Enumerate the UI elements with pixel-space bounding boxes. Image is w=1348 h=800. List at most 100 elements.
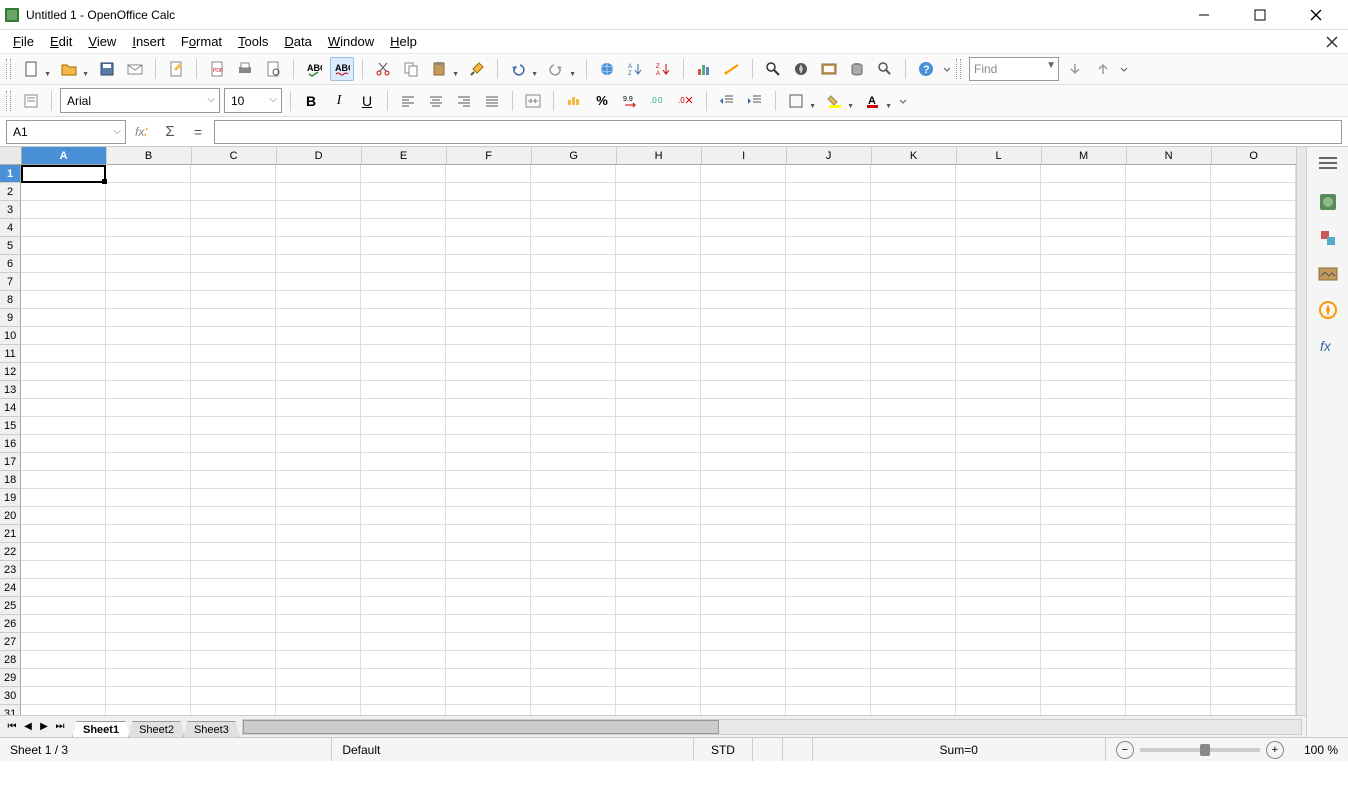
cell[interactable] bbox=[786, 453, 871, 471]
row-header[interactable]: 31 bbox=[0, 705, 21, 715]
cell[interactable] bbox=[446, 471, 531, 489]
column-header[interactable]: I bbox=[702, 147, 787, 165]
cell-reference-combo[interactable]: A1 ⌵ bbox=[6, 120, 126, 144]
cell[interactable] bbox=[871, 615, 956, 633]
cell[interactable] bbox=[106, 273, 191, 291]
cell[interactable] bbox=[1211, 525, 1296, 543]
cell[interactable] bbox=[21, 561, 106, 579]
cell[interactable] bbox=[871, 291, 956, 309]
cell[interactable] bbox=[1126, 543, 1211, 561]
status-selection-mode[interactable] bbox=[753, 738, 783, 761]
cell[interactable] bbox=[446, 183, 531, 201]
sheet-tab[interactable]: Sheet1 bbox=[72, 721, 130, 738]
cell[interactable] bbox=[1211, 633, 1296, 651]
cell[interactable] bbox=[616, 651, 701, 669]
cell[interactable] bbox=[701, 705, 786, 715]
cell[interactable] bbox=[616, 363, 701, 381]
row-header[interactable]: 25 bbox=[0, 597, 21, 615]
cell[interactable] bbox=[871, 705, 956, 715]
zoom-percent[interactable]: 100 % bbox=[1294, 738, 1348, 761]
cell[interactable] bbox=[1041, 201, 1126, 219]
cell[interactable] bbox=[871, 237, 956, 255]
cell[interactable] bbox=[531, 183, 616, 201]
row-header[interactable]: 12 bbox=[0, 363, 21, 381]
cell[interactable] bbox=[1041, 417, 1126, 435]
cell[interactable] bbox=[701, 669, 786, 687]
column-header[interactable]: L bbox=[957, 147, 1042, 165]
cell[interactable] bbox=[956, 273, 1041, 291]
cell[interactable] bbox=[276, 363, 361, 381]
cell[interactable] bbox=[701, 165, 786, 183]
cell[interactable] bbox=[1211, 309, 1296, 327]
cell[interactable] bbox=[531, 597, 616, 615]
cell[interactable] bbox=[276, 255, 361, 273]
column-header[interactable]: J bbox=[787, 147, 872, 165]
cell[interactable] bbox=[956, 219, 1041, 237]
cell[interactable] bbox=[1041, 597, 1126, 615]
email-button[interactable] bbox=[123, 57, 147, 81]
row-header[interactable]: 1 bbox=[0, 165, 21, 183]
cell[interactable] bbox=[786, 489, 871, 507]
cell[interactable] bbox=[276, 201, 361, 219]
cell[interactable] bbox=[446, 345, 531, 363]
properties-panel-button[interactable] bbox=[1313, 187, 1343, 217]
new-button[interactable]: ▼ bbox=[19, 57, 53, 81]
sheet-tab[interactable]: Sheet2 bbox=[128, 721, 185, 738]
cell[interactable] bbox=[531, 255, 616, 273]
cell[interactable] bbox=[106, 615, 191, 633]
print-preview-button[interactable] bbox=[261, 57, 285, 81]
cell[interactable] bbox=[956, 597, 1041, 615]
cell[interactable] bbox=[1126, 165, 1211, 183]
cell[interactable] bbox=[276, 633, 361, 651]
cell[interactable] bbox=[1041, 165, 1126, 183]
row-header[interactable]: 24 bbox=[0, 579, 21, 597]
row-header[interactable]: 26 bbox=[0, 615, 21, 633]
row-header[interactable]: 4 bbox=[0, 219, 21, 237]
cell[interactable] bbox=[361, 237, 446, 255]
cell[interactable] bbox=[531, 381, 616, 399]
toolbar-handle[interactable] bbox=[6, 91, 11, 111]
cell[interactable] bbox=[616, 417, 701, 435]
cell[interactable] bbox=[956, 381, 1041, 399]
cell[interactable] bbox=[276, 453, 361, 471]
cell[interactable] bbox=[21, 507, 106, 525]
cell[interactable] bbox=[1041, 651, 1126, 669]
status-sheet[interactable]: Sheet 1 / 3 bbox=[0, 738, 332, 761]
cell[interactable] bbox=[276, 435, 361, 453]
navigator-button[interactable] bbox=[789, 57, 813, 81]
cell[interactable] bbox=[871, 273, 956, 291]
cell[interactable] bbox=[106, 633, 191, 651]
cell[interactable] bbox=[446, 507, 531, 525]
column-header[interactable]: E bbox=[362, 147, 447, 165]
cell[interactable] bbox=[361, 291, 446, 309]
cell[interactable] bbox=[1211, 327, 1296, 345]
cell[interactable] bbox=[191, 255, 276, 273]
cell[interactable] bbox=[1041, 489, 1126, 507]
cell[interactable] bbox=[191, 273, 276, 291]
cell[interactable] bbox=[1126, 327, 1211, 345]
cell[interactable] bbox=[1211, 381, 1296, 399]
formula-input[interactable] bbox=[214, 120, 1342, 144]
cell[interactable] bbox=[191, 525, 276, 543]
cell[interactable] bbox=[446, 435, 531, 453]
cell[interactable] bbox=[276, 381, 361, 399]
cell[interactable] bbox=[191, 633, 276, 651]
toolbar-handle[interactable] bbox=[6, 59, 11, 79]
cell[interactable] bbox=[446, 291, 531, 309]
cell[interactable] bbox=[1211, 669, 1296, 687]
cell[interactable] bbox=[276, 651, 361, 669]
column-header[interactable]: B bbox=[107, 147, 192, 165]
row-header[interactable]: 29 bbox=[0, 669, 21, 687]
cell[interactable] bbox=[21, 291, 106, 309]
cell[interactable] bbox=[616, 453, 701, 471]
cell[interactable] bbox=[191, 237, 276, 255]
show-draw-functions-button[interactable] bbox=[720, 57, 744, 81]
cell[interactable] bbox=[106, 579, 191, 597]
cell[interactable] bbox=[786, 309, 871, 327]
row-header[interactable]: 20 bbox=[0, 507, 21, 525]
cell[interactable] bbox=[701, 507, 786, 525]
cell[interactable] bbox=[361, 165, 446, 183]
cell[interactable] bbox=[531, 561, 616, 579]
cell[interactable] bbox=[191, 669, 276, 687]
cell[interactable] bbox=[701, 273, 786, 291]
